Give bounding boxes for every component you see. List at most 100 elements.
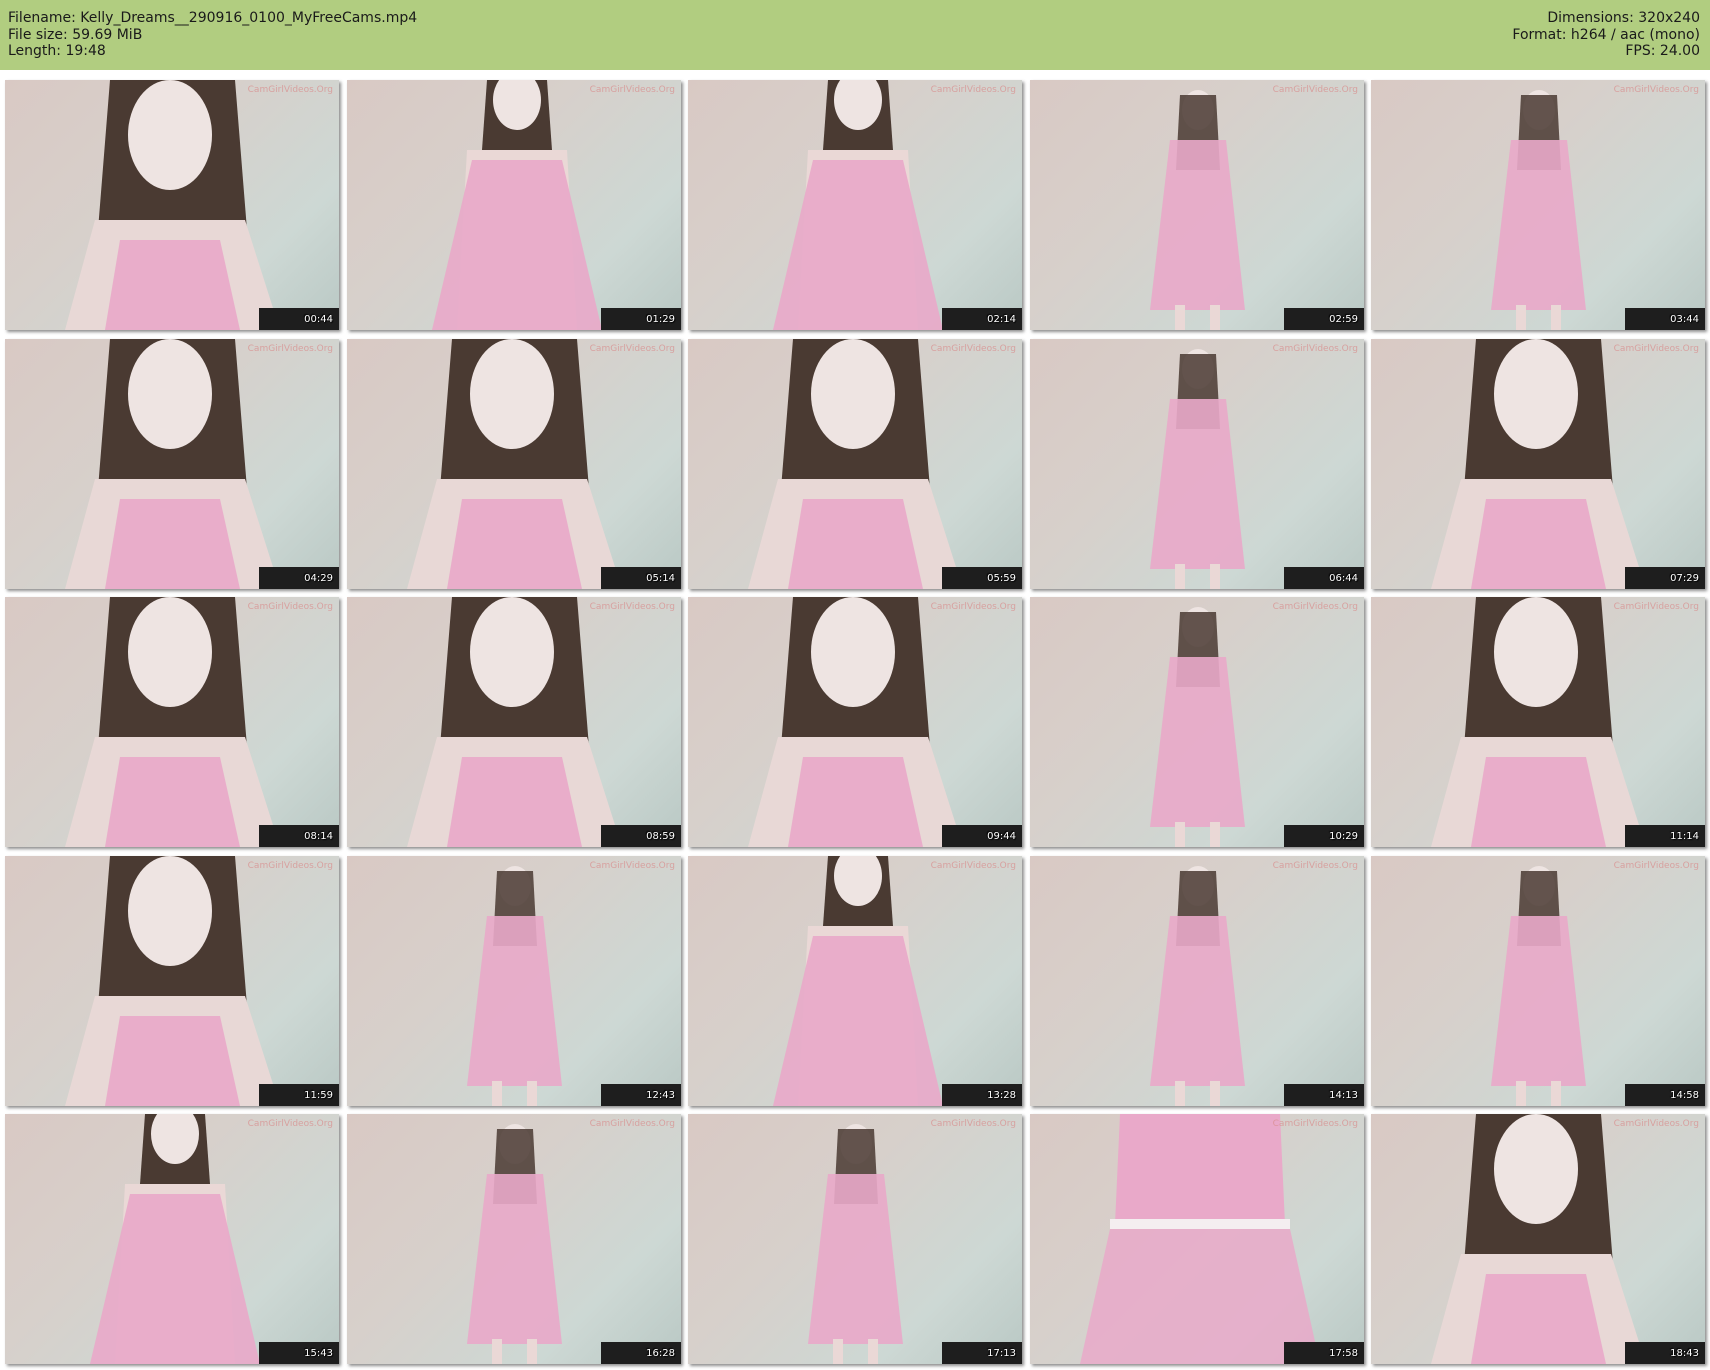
- frame-image: [1491, 90, 1586, 330]
- watermark-label: CamGirlVideos.Org: [1613, 344, 1699, 354]
- frame-image: [773, 856, 943, 1106]
- frame-image: [808, 1124, 903, 1364]
- frame-image: [748, 597, 963, 847]
- watermark-label: CamGirlVideos.Org: [1613, 85, 1699, 95]
- timestamp-label: 03:44: [1670, 314, 1699, 325]
- video-thumbnail: CamGirlVideos.Org 17:58: [1030, 1114, 1364, 1364]
- video-thumbnail: CamGirlVideos.Org 02:59: [1030, 80, 1364, 330]
- watermark-label: CamGirlVideos.Org: [1272, 861, 1358, 871]
- timestamp-label: 15:43: [304, 1348, 333, 1359]
- video-thumbnail: CamGirlVideos.Org 05:14: [347, 339, 681, 589]
- watermark-label: CamGirlVideos.Org: [930, 602, 1016, 612]
- timestamp-label: 11:59: [304, 1090, 333, 1101]
- info-header: Filename: Kelly_Dreams__290916_0100_MyFr…: [0, 0, 1710, 70]
- video-thumbnail: CamGirlVideos.Org 05:59: [688, 339, 1022, 589]
- timestamp-label: 16:28: [646, 1348, 675, 1359]
- file-meta-left: Filename: Kelly_Dreams__290916_0100_MyFr…: [8, 10, 417, 60]
- timestamp-label: 13:28: [987, 1090, 1016, 1101]
- watermark-label: CamGirlVideos.Org: [589, 602, 675, 612]
- timestamp-label: 05:14: [646, 573, 675, 584]
- timestamp-label: 12:43: [646, 1090, 675, 1101]
- frame-image: [1431, 339, 1646, 589]
- video-thumbnail: CamGirlVideos.Org 18:43: [1371, 1114, 1705, 1364]
- frame-image: [1150, 866, 1245, 1106]
- watermark-label: CamGirlVideos.Org: [247, 861, 333, 871]
- timestamp-label: 08:14: [304, 831, 333, 842]
- video-thumbnail: CamGirlVideos.Org 06:44: [1030, 339, 1364, 589]
- fps-label: FPS: 24.00: [1625, 43, 1700, 59]
- frame-image: [65, 80, 280, 330]
- frame-image: [90, 1114, 260, 1364]
- video-thumbnail: CamGirlVideos.Org 10:29: [1030, 597, 1364, 847]
- thumbnail-grid: CamGirlVideos.Org 00:44 CamGirlVideos.Org 0…: [5, 80, 1705, 1365]
- video-thumbnail: CamGirlVideos.Org 13:28: [688, 856, 1022, 1106]
- timestamp-label: 08:59: [646, 831, 675, 842]
- timestamp-label: 10:29: [1329, 831, 1358, 842]
- timestamp-label: 09:44: [987, 831, 1016, 842]
- dimensions-label: Dimensions: 320x240: [1547, 10, 1700, 26]
- watermark-label: CamGirlVideos.Org: [589, 861, 675, 871]
- timestamp-label: 02:14: [987, 314, 1016, 325]
- video-thumbnail: CamGirlVideos.Org 00:44: [5, 80, 339, 330]
- video-thumbnail: CamGirlVideos.Org 03:44: [1371, 80, 1705, 330]
- watermark-label: CamGirlVideos.Org: [589, 85, 675, 95]
- watermark-label: CamGirlVideos.Org: [247, 344, 333, 354]
- video-thumbnail: CamGirlVideos.Org 08:14: [5, 597, 339, 847]
- watermark-label: CamGirlVideos.Org: [1613, 861, 1699, 871]
- timestamp-label: 06:44: [1329, 573, 1358, 584]
- watermark-label: CamGirlVideos.Org: [589, 344, 675, 354]
- length-label: Length: 19:48: [8, 43, 106, 59]
- watermark-label: CamGirlVideos.Org: [1613, 1119, 1699, 1129]
- frame-image: [1150, 349, 1245, 589]
- watermark-label: CamGirlVideos.Org: [930, 344, 1016, 354]
- video-thumbnail: CamGirlVideos.Org 01:29: [347, 80, 681, 330]
- timestamp-label: 05:59: [987, 573, 1016, 584]
- frame-image: [1491, 866, 1586, 1106]
- frame-image: [407, 597, 622, 847]
- frame-image: [773, 80, 943, 330]
- filesize-label: File size: 59.69 MiB: [8, 26, 143, 43]
- timestamp-label: 02:59: [1329, 314, 1358, 325]
- video-thumbnail: CamGirlVideos.Org 15:43: [5, 1114, 339, 1364]
- frame-image: [1080, 1114, 1320, 1364]
- frame-image: [65, 856, 280, 1106]
- video-thumbnail: CamGirlVideos.Org 16:28: [347, 1114, 681, 1364]
- watermark-label: CamGirlVideos.Org: [930, 85, 1016, 95]
- watermark-label: CamGirlVideos.Org: [930, 1119, 1016, 1129]
- frame-image: [1150, 607, 1245, 847]
- video-thumbnail: CamGirlVideos.Org 12:43: [347, 856, 681, 1106]
- video-thumbnail: CamGirlVideos.Org 09:44: [688, 597, 1022, 847]
- video-thumbnail: CamGirlVideos.Org 04:29: [5, 339, 339, 589]
- watermark-label: CamGirlVideos.Org: [247, 1119, 333, 1129]
- frame-image: [1150, 90, 1245, 330]
- timestamp-label: 01:29: [646, 314, 675, 325]
- format-label: Format: h264 / aac (mono): [1512, 26, 1700, 43]
- watermark-label: CamGirlVideos.Org: [1272, 85, 1358, 95]
- video-thumbnail: CamGirlVideos.Org 17:13: [688, 1114, 1022, 1364]
- video-thumbnail: CamGirlVideos.Org 11:14: [1371, 597, 1705, 847]
- timestamp-label: 07:29: [1670, 573, 1699, 584]
- watermark-label: CamGirlVideos.Org: [1272, 602, 1358, 612]
- video-thumbnail: CamGirlVideos.Org 11:59: [5, 856, 339, 1106]
- video-thumbnail: CamGirlVideos.Org 02:14: [688, 80, 1022, 330]
- timestamp-label: 18:43: [1670, 1348, 1699, 1359]
- timestamp-label: 04:29: [304, 573, 333, 584]
- frame-image: [467, 866, 562, 1106]
- timestamp-label: 11:14: [1670, 831, 1699, 842]
- watermark-label: CamGirlVideos.Org: [589, 1119, 675, 1129]
- frame-image: [432, 80, 602, 330]
- frame-image: [65, 597, 280, 847]
- watermark-label: CamGirlVideos.Org: [930, 861, 1016, 871]
- watermark-label: CamGirlVideos.Org: [1272, 1119, 1358, 1129]
- frame-image: [65, 339, 280, 589]
- frame-image: [467, 1124, 562, 1364]
- frame-image: [407, 339, 622, 589]
- frame-image: [748, 339, 963, 589]
- video-thumbnail: CamGirlVideos.Org 14:58: [1371, 856, 1705, 1106]
- frame-image: [1431, 597, 1646, 847]
- watermark-label: CamGirlVideos.Org: [1272, 344, 1358, 354]
- frame-image: [1431, 1114, 1646, 1364]
- file-meta-right: Dimensions: 320x240 Format: h264 / aac (…: [1512, 10, 1700, 60]
- timestamp-label: 00:44: [304, 314, 333, 325]
- filename-label: Filename: Kelly_Dreams__290916_0100_MyFr…: [8, 10, 418, 26]
